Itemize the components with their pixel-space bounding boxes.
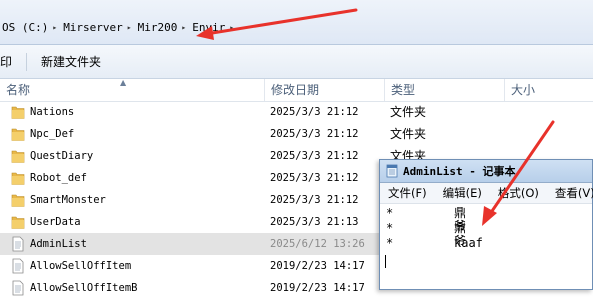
annotation-arrow-address: [196, 8, 358, 40]
annotation-arrow-notepad: [482, 120, 555, 226]
annotation-overlay: [196, 8, 555, 226]
